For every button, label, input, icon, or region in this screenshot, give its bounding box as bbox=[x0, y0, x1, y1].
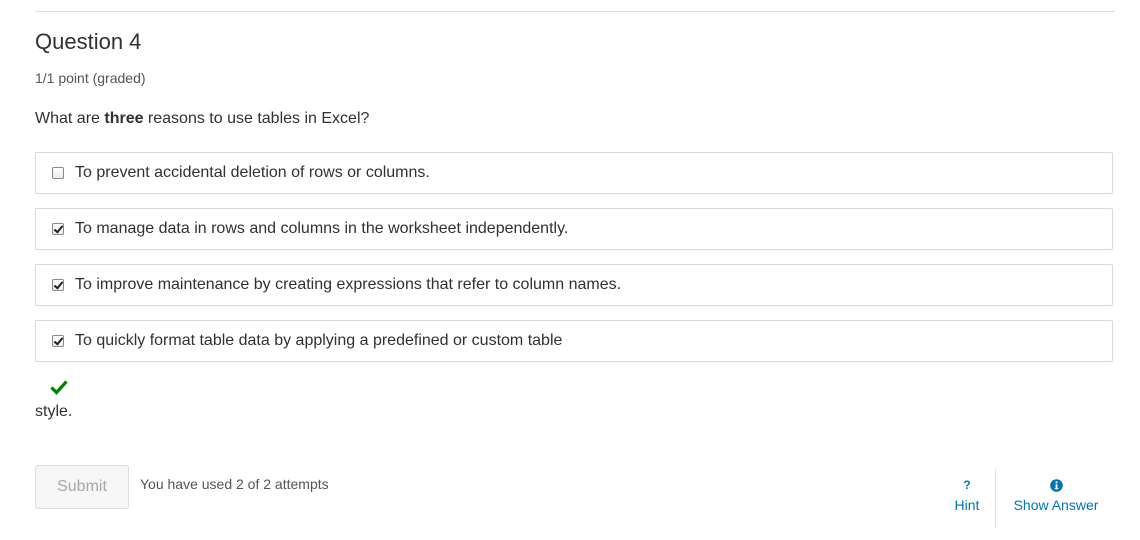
choice-checkbox-2[interactable] bbox=[52, 223, 64, 235]
choice-option-2[interactable]: To manage data in rows and columns in th… bbox=[35, 208, 1113, 250]
choice-checkbox-4[interactable] bbox=[52, 335, 64, 347]
choice-option-1[interactable]: To prevent accidental deletion of rows o… bbox=[35, 152, 1113, 194]
submit-button[interactable]: Submit bbox=[35, 465, 129, 509]
question-title: Question 4 bbox=[35, 29, 142, 54]
hint-label: Hint bbox=[954, 497, 980, 513]
attempts-status: You have used 2 of 2 attempts bbox=[140, 476, 329, 492]
choice-label-1: To prevent accidental deletion of rows o… bbox=[75, 164, 430, 181]
choice-checkbox-3[interactable] bbox=[52, 279, 64, 291]
wrapped-option-text: style. bbox=[35, 403, 73, 420]
prompt-text-bold: three bbox=[104, 110, 144, 127]
choice-option-4[interactable]: To quickly format table data by applying… bbox=[35, 320, 1113, 362]
info-icon bbox=[1049, 478, 1063, 493]
prompt-text-before: What are bbox=[35, 110, 105, 127]
prompt-text-after: reasons to use tables in Excel? bbox=[143, 110, 370, 127]
choice-label-3: To improve maintenance by creating expre… bbox=[75, 276, 622, 293]
choice-option-3[interactable]: To improve maintenance by creating expre… bbox=[35, 264, 1113, 306]
question-icon: ? bbox=[963, 478, 971, 492]
hint-button[interactable]: ? Hint bbox=[946, 478, 988, 513]
choice-label-2: To manage data in rows and columns in th… bbox=[75, 220, 569, 237]
show-answer-label: Show Answer bbox=[1013, 497, 1099, 513]
choice-label-4: To quickly format table data by applying… bbox=[75, 332, 563, 349]
checkmark-icon bbox=[50, 380, 68, 395]
choice-checkbox-1[interactable] bbox=[52, 167, 64, 179]
show-answer-button[interactable]: Show Answer bbox=[1004, 478, 1108, 513]
top-divider bbox=[35, 11, 1115, 12]
question-prompt: What are three reasons to use tables in … bbox=[35, 110, 369, 128]
action-divider bbox=[995, 468, 996, 528]
points-status: 1/1 point (graded) bbox=[35, 70, 146, 86]
